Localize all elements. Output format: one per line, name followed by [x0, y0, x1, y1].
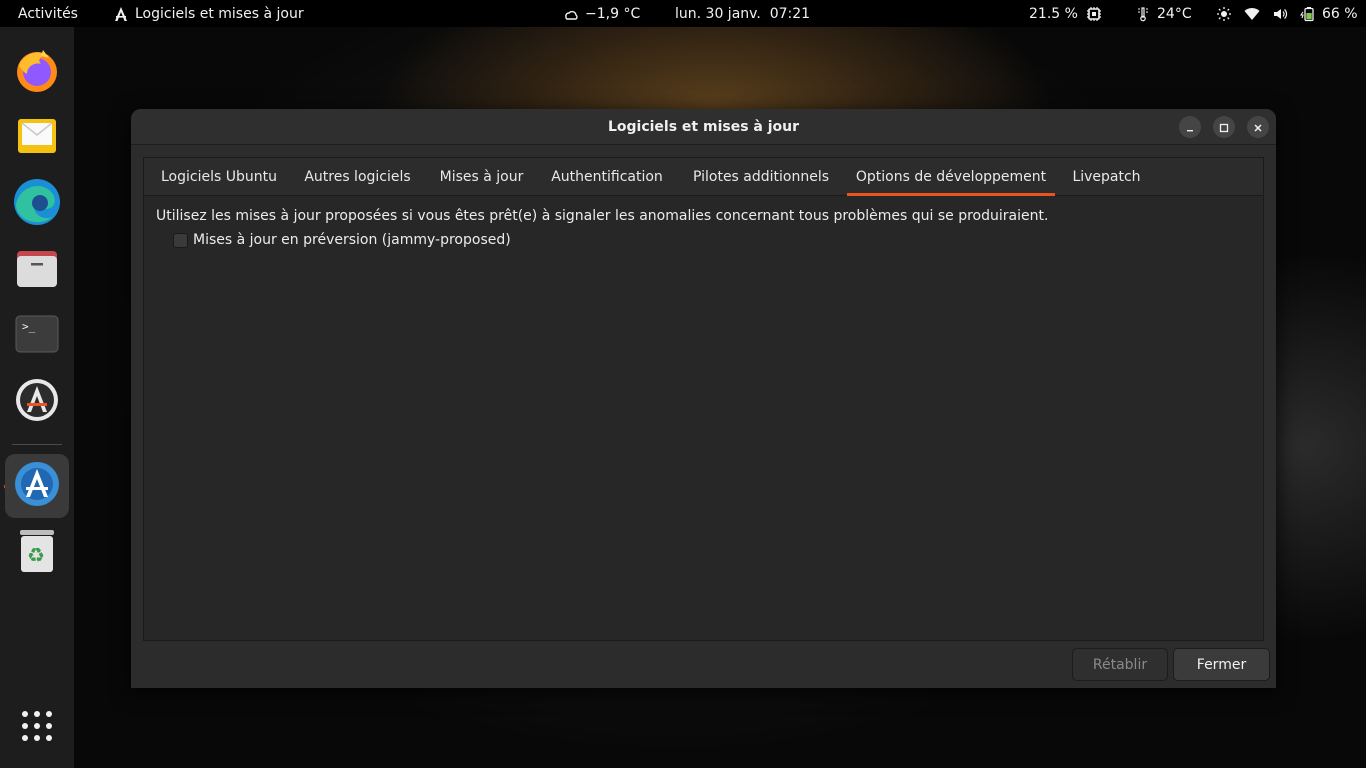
maximize-icon	[1219, 118, 1229, 137]
activities-button[interactable]: Activités	[18, 0, 78, 27]
top-bar: Activités Logiciels et mises à jour −1,9…	[0, 0, 1366, 27]
temperature-indicator[interactable]: 24°C	[1135, 0, 1192, 27]
app-menu[interactable]: Logiciels et mises à jour	[113, 0, 304, 27]
tab-other-software[interactable]: Autres logiciels	[294, 158, 421, 196]
revert-button[interactable]: Rétablir	[1072, 648, 1168, 681]
battery-charging-icon	[1299, 6, 1316, 22]
dock-terminal[interactable]: >_	[9, 308, 65, 364]
tab-label: Authentification	[551, 169, 663, 185]
dock-files[interactable]	[9, 242, 65, 298]
volume-indicator[interactable]	[1272, 0, 1294, 27]
tab-label: Options de développement	[855, 169, 1047, 185]
dock-show-apps[interactable]	[9, 700, 65, 756]
dock-edge[interactable]	[9, 176, 65, 232]
svg-text:♻: ♻	[27, 543, 45, 567]
app-menu-label: Logiciels et mises à jour	[135, 5, 304, 22]
minimize-icon	[1185, 118, 1195, 137]
brightness-indicator[interactable]	[1216, 0, 1238, 27]
software-and-updates-window: Logiciels et mises à jour Logiciels Ubun…	[131, 109, 1276, 688]
software-properties-icon	[113, 6, 129, 22]
tab-notebook: Logiciels Ubuntu Autres logiciels Mises …	[143, 157, 1264, 641]
dock-firefox[interactable]	[9, 44, 65, 100]
tab-developer-options[interactable]: Options de développement	[847, 158, 1055, 196]
weather-indicator[interactable]: −1,9 °C	[563, 0, 640, 27]
dock-trash[interactable]: ♻	[9, 524, 65, 580]
proposed-updates-label[interactable]: Mises à jour en préversion (jammy-propos…	[193, 232, 511, 248]
software-updater-icon	[13, 376, 61, 428]
svg-text:>_: >_	[22, 320, 36, 333]
close-button[interactable]: Fermer	[1173, 648, 1270, 681]
volume-icon	[1272, 6, 1288, 22]
tab-label: Mises à jour	[439, 169, 524, 185]
activities-label: Activités	[18, 5, 78, 22]
title-bar[interactable]: Logiciels et mises à jour	[131, 109, 1276, 145]
thermometer-icon	[1135, 6, 1151, 22]
firefox-icon	[13, 46, 61, 98]
weather-temperature: −1,9 °C	[585, 5, 641, 22]
tab-label: Logiciels Ubuntu	[161, 169, 277, 185]
edge-icon	[12, 177, 62, 231]
cpu-indicator[interactable]: 21.5 %	[1029, 0, 1102, 27]
tab-label: Autres logiciels	[304, 169, 411, 185]
tab-authentication[interactable]: Authentification	[541, 158, 673, 196]
clock-label: lun. 30 janv. 07:21	[675, 5, 811, 22]
weather-icon	[563, 6, 579, 22]
battery-percentage: 66 %	[1322, 5, 1358, 22]
cpu-icon	[1086, 6, 1102, 22]
revert-button-label: Rétablir	[1092, 656, 1148, 673]
dock-separator	[12, 444, 62, 445]
close-icon	[1253, 118, 1263, 137]
terminal-icon: >_	[14, 311, 60, 361]
wifi-icon	[1244, 6, 1260, 22]
trash-icon: ♻	[16, 526, 58, 578]
close-window-button[interactable]	[1247, 116, 1269, 138]
dock-software-updater[interactable]	[9, 374, 65, 430]
tab-label: Pilotes additionnels	[692, 169, 830, 185]
software-properties-icon	[13, 460, 61, 512]
close-button-label: Fermer	[1196, 656, 1247, 673]
app-grid-icon	[20, 709, 54, 747]
tab-livepatch[interactable]: Livepatch	[1061, 158, 1152, 196]
dock-software-properties[interactable]	[5, 454, 69, 518]
proposed-updates-checkbox[interactable]	[173, 232, 188, 248]
brightness-icon	[1216, 6, 1232, 22]
temperature-value: 24°C	[1157, 5, 1192, 22]
tab-additional-drivers[interactable]: Pilotes additionnels	[681, 158, 841, 196]
tab-bar: Logiciels Ubuntu Autres logiciels Mises …	[144, 158, 1263, 196]
clock[interactable]: lun. 30 janv. 07:21	[675, 0, 810, 27]
tab-ubuntu-software[interactable]: Logiciels Ubuntu	[144, 158, 294, 196]
dock: >_ ♻	[0, 27, 74, 768]
tab-label: Livepatch	[1072, 169, 1141, 185]
tab-updates[interactable]: Mises à jour	[428, 158, 535, 196]
developer-options-description: Utilisez les mises à jour proposées si v…	[156, 208, 1049, 224]
wifi-indicator[interactable]	[1244, 0, 1266, 27]
battery-indicator[interactable]: 66 %	[1299, 0, 1358, 27]
minimize-button[interactable]	[1179, 116, 1201, 138]
window-title: Logiciels et mises à jour	[607, 119, 800, 135]
proposed-updates-option[interactable]: Mises à jour en préversion (jammy-propos…	[173, 232, 511, 248]
dock-mail[interactable]	[9, 110, 65, 166]
mail-icon	[15, 114, 59, 162]
files-icon	[14, 245, 60, 295]
cpu-usage: 21.5 %	[1029, 5, 1078, 22]
maximize-button[interactable]	[1213, 116, 1235, 138]
